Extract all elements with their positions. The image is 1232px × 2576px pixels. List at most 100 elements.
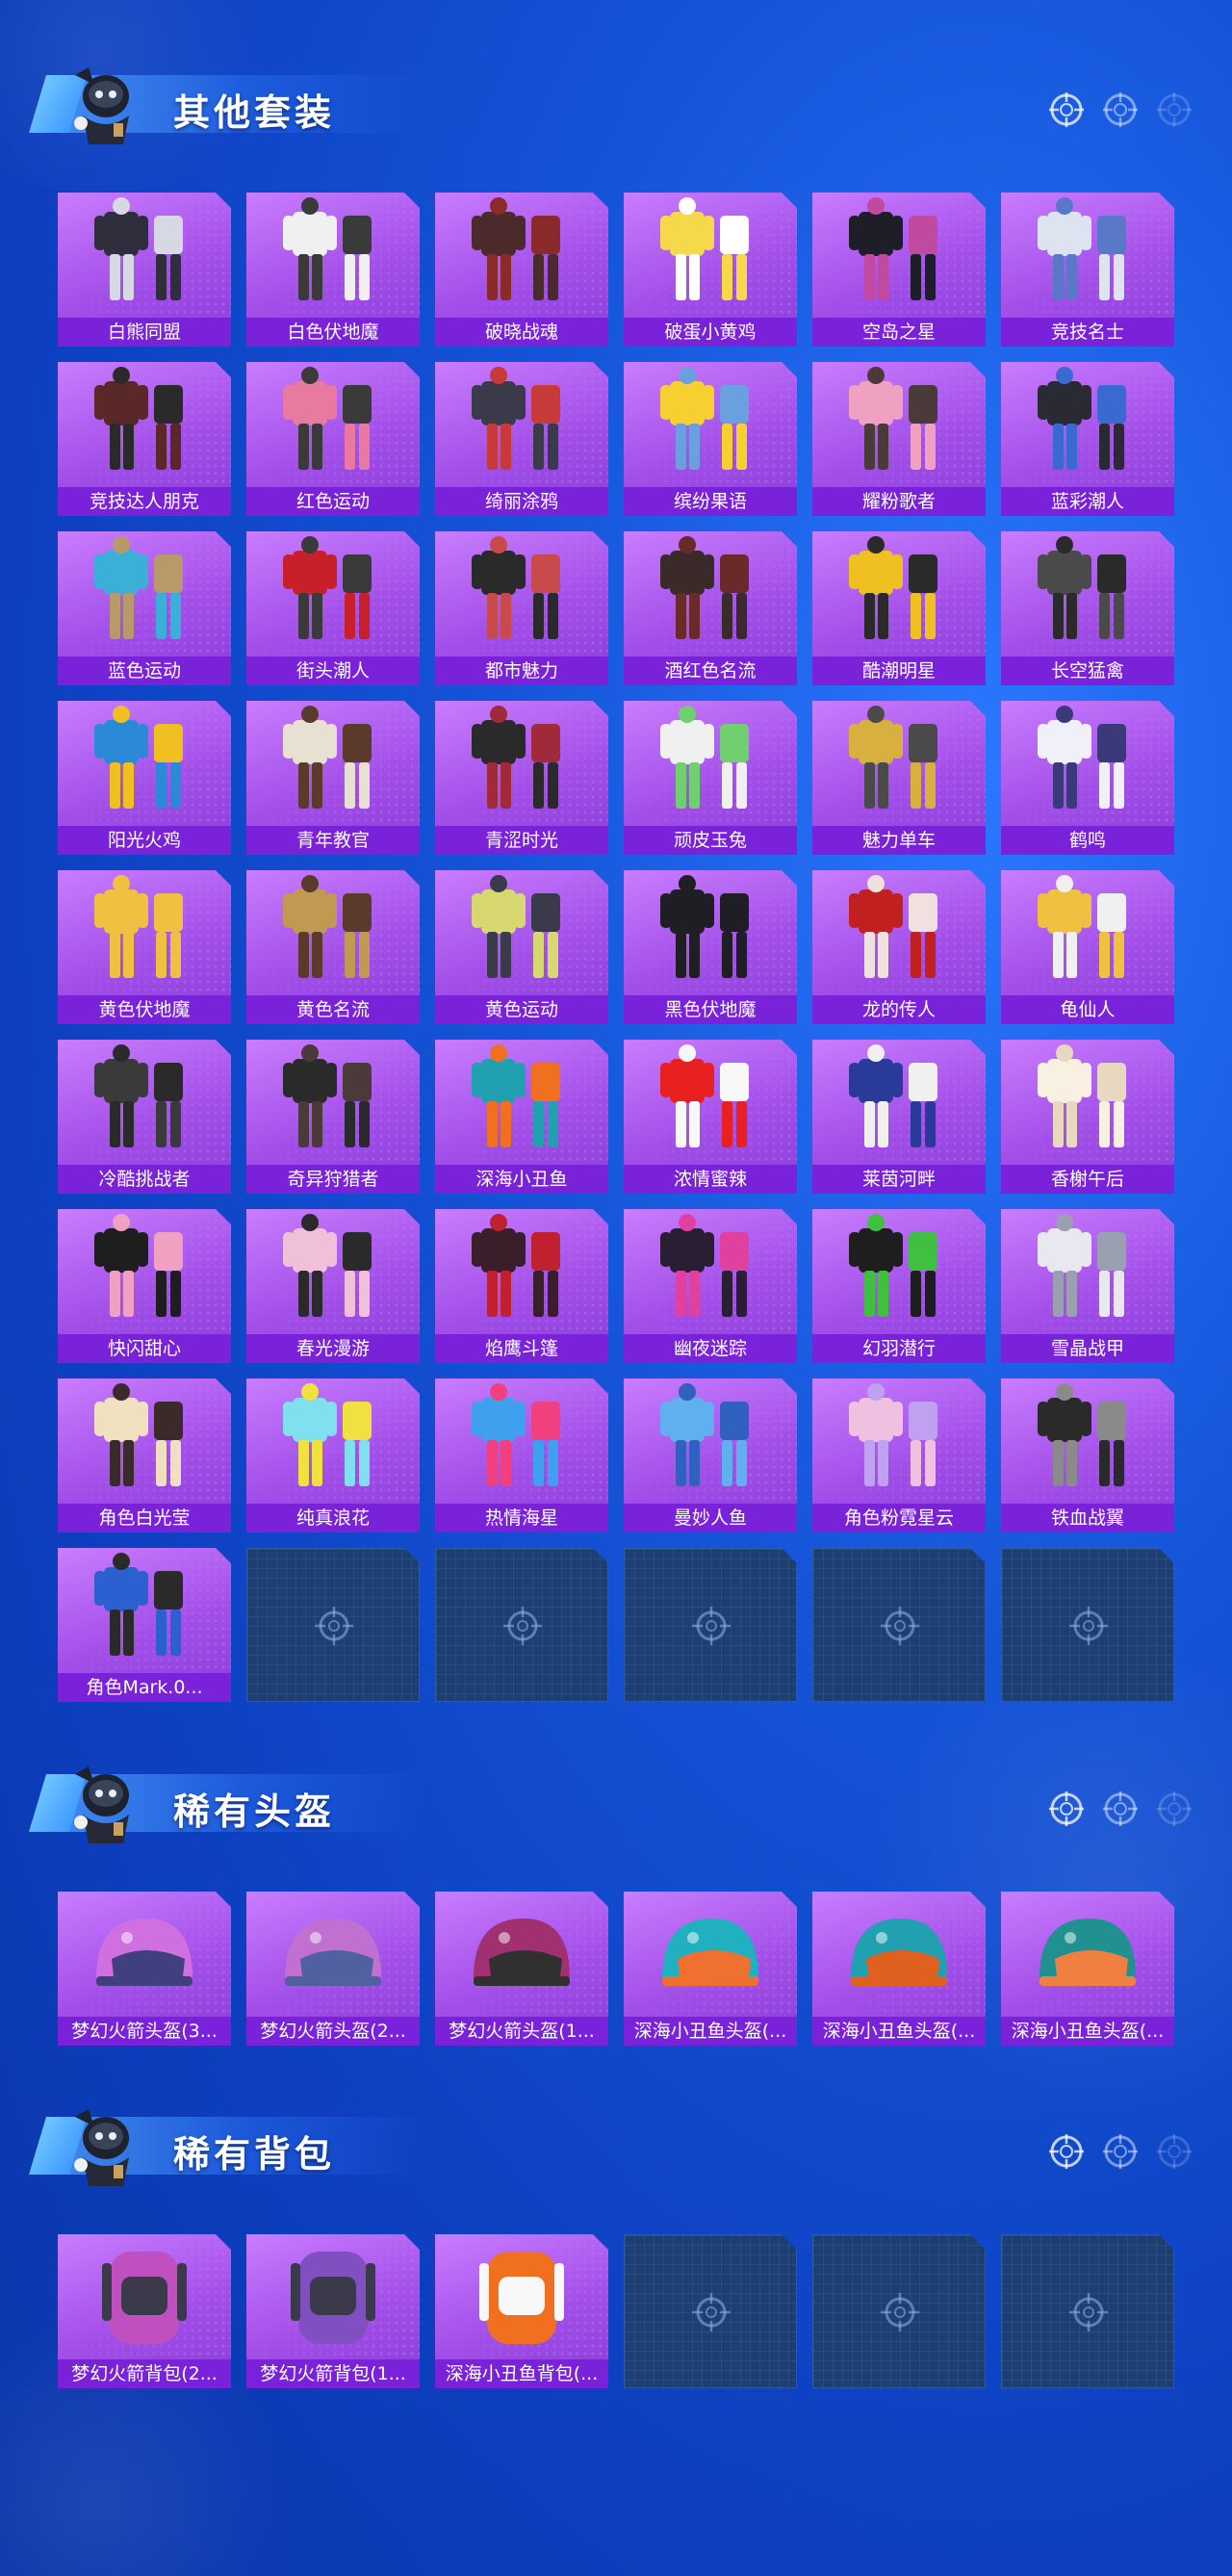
mascot-icon [74, 2109, 129, 2186]
item-card[interactable]: 香榭午后 [1001, 1040, 1174, 1194]
item-card[interactable]: 阳光火鸡 [58, 701, 231, 855]
item-card[interactable]: 雪晶战甲 [1001, 1209, 1174, 1363]
item-card[interactable]: 浓情蜜辣 [624, 1040, 797, 1194]
crosshair-icon [1157, 92, 1192, 127]
item-card[interactable]: 幻羽潜行 [812, 1209, 986, 1363]
item-card[interactable]: 深海小丑鱼 [435, 1040, 608, 1194]
empty-slot [812, 1548, 986, 1702]
item-thumbnail-icon [812, 1209, 986, 1332]
item-card[interactable]: 角色白光莹 [58, 1378, 231, 1533]
item-thumbnail-icon [812, 870, 986, 993]
crosshair-icon-group [1047, 90, 1194, 129]
item-card[interactable]: 破蛋小黄鸡 [624, 193, 797, 347]
item-card[interactable]: 深海小丑鱼头盔(... [812, 1892, 986, 2046]
item-card[interactable]: 热情海星 [435, 1378, 608, 1533]
item-card[interactable]: 角色粉霓星云 [812, 1378, 986, 1533]
item-card[interactable]: 顽皮玉兔 [624, 701, 797, 855]
item-card[interactable]: 鹤鸣 [1001, 701, 1174, 855]
item-card[interactable]: 深海小丑鱼头盔(... [1001, 1892, 1174, 2046]
item-card[interactable]: 青年教官 [246, 701, 420, 855]
item-thumbnail-icon [435, 1378, 608, 1502]
item-thumbnail-icon [246, 362, 420, 485]
item-card[interactable]: 缤纷果语 [624, 362, 797, 516]
item-label: 纯真浪花 [246, 1504, 420, 1533]
item-card[interactable]: 破晓战魂 [435, 193, 608, 347]
crosshair-icon [1067, 1605, 1110, 1647]
item-thumbnail-icon [58, 1378, 231, 1502]
item-card[interactable]: 龟仙人 [1001, 870, 1174, 1024]
item-card[interactable]: 莱茵河畔 [812, 1040, 986, 1194]
item-label: 深海小丑鱼头盔(... [624, 2017, 797, 2046]
item-label: 深海小丑鱼头盔(... [1001, 2017, 1174, 2046]
item-label: 长空猛禽 [1001, 657, 1174, 685]
item-card[interactable]: 梦幻火箭头盔(3... [58, 1892, 231, 2046]
item-card[interactable]: 角色Mark.0... [58, 1548, 231, 1702]
crosshair-icon [690, 1605, 732, 1647]
item-card[interactable]: 梦幻火箭背包(1... [246, 2234, 420, 2388]
item-thumbnail-icon [624, 531, 797, 655]
item-label: 破晓战魂 [435, 318, 608, 347]
item-thumbnail-icon [1001, 1040, 1174, 1163]
section-title: 稀有背包 [173, 2133, 336, 2176]
item-card[interactable]: 梦幻火箭头盔(1... [435, 1892, 608, 2046]
item-card[interactable]: 红色运动 [246, 362, 420, 516]
item-card[interactable]: 黄色运动 [435, 870, 608, 1024]
item-label: 蓝彩潮人 [1001, 487, 1174, 516]
item-label: 热情海星 [435, 1504, 608, 1533]
item-card[interactable]: 黄色伏地魔 [58, 870, 231, 1024]
item-card[interactable]: 街头潮人 [246, 531, 420, 685]
item-card[interactable]: 长空猛禽 [1001, 531, 1174, 685]
item-card[interactable]: 铁血战翼 [1001, 1378, 1174, 1533]
mascot-icon [74, 67, 129, 144]
item-card[interactable]: 空岛之星 [812, 193, 986, 347]
item-card[interactable]: 梦幻火箭背包(2... [58, 2234, 231, 2388]
item-card[interactable]: 蓝彩潮人 [1001, 362, 1174, 516]
item-card[interactable]: 龙的传人 [812, 870, 986, 1024]
item-card[interactable]: 曼妙人鱼 [624, 1378, 797, 1533]
section-header: 稀有头盔 [0, 1747, 1232, 1853]
item-card[interactable]: 绮丽涂鸦 [435, 362, 608, 516]
item-card[interactable]: 黄色名流 [246, 870, 420, 1024]
item-card[interactable]: 冷酷挑战者 [58, 1040, 231, 1194]
item-thumbnail-icon [58, 1040, 231, 1163]
item-card[interactable]: 奇异狩猎者 [246, 1040, 420, 1194]
item-card[interactable]: 竞技名士 [1001, 193, 1174, 347]
item-label: 冷酷挑战者 [58, 1165, 231, 1194]
item-card[interactable]: 青涩时光 [435, 701, 608, 855]
item-card[interactable]: 幽夜迷踪 [624, 1209, 797, 1363]
item-card[interactable]: 深海小丑鱼背包(... [435, 2234, 608, 2388]
item-card[interactable]: 白熊同盟 [58, 193, 231, 347]
crosshair-icon [1049, 1791, 1084, 1826]
item-thumbnail-icon [435, 531, 608, 655]
crosshair-icon [1157, 2134, 1192, 2169]
item-card[interactable]: 耀粉歌者 [812, 362, 986, 516]
item-card[interactable]: 深海小丑鱼头盔(... [624, 1892, 797, 2046]
item-label: 魅力单车 [812, 826, 986, 855]
item-card[interactable]: 白色伏地魔 [246, 193, 420, 347]
item-card[interactable]: 纯真浪花 [246, 1378, 420, 1533]
section-header: 稀有背包 [0, 2090, 1232, 2196]
item-thumbnail-icon [246, 1892, 420, 2015]
crosshair-icon [1103, 1791, 1138, 1826]
item-card[interactable]: 酒红色名流 [624, 531, 797, 685]
item-thumbnail-icon [246, 531, 420, 655]
item-label: 黄色伏地魔 [58, 995, 231, 1024]
item-card[interactable]: 快闪甜心 [58, 1209, 231, 1363]
item-card[interactable]: 竞技达人朋克 [58, 362, 231, 516]
crosshair-icon [1049, 2134, 1084, 2169]
item-card[interactable]: 梦幻火箭头盔(2... [246, 1892, 420, 2046]
item-thumbnail-icon [1001, 1892, 1174, 2015]
item-label: 深海小丑鱼头盔(... [812, 2017, 986, 2046]
item-label: 龟仙人 [1001, 995, 1174, 1024]
item-card[interactable]: 蓝色运动 [58, 531, 231, 685]
item-card[interactable]: 都市魅力 [435, 531, 608, 685]
empty-slot [624, 2234, 797, 2388]
item-thumbnail-icon [435, 870, 608, 993]
item-card[interactable]: 春光漫游 [246, 1209, 420, 1363]
item-card[interactable]: 焰鹰斗篷 [435, 1209, 608, 1363]
item-card[interactable]: 魅力单车 [812, 701, 986, 855]
item-card[interactable]: 酷潮明星 [812, 531, 986, 685]
item-label: 空岛之星 [812, 318, 986, 347]
item-card[interactable]: 黑色伏地魔 [624, 870, 797, 1024]
item-thumbnail-icon [624, 1378, 797, 1502]
